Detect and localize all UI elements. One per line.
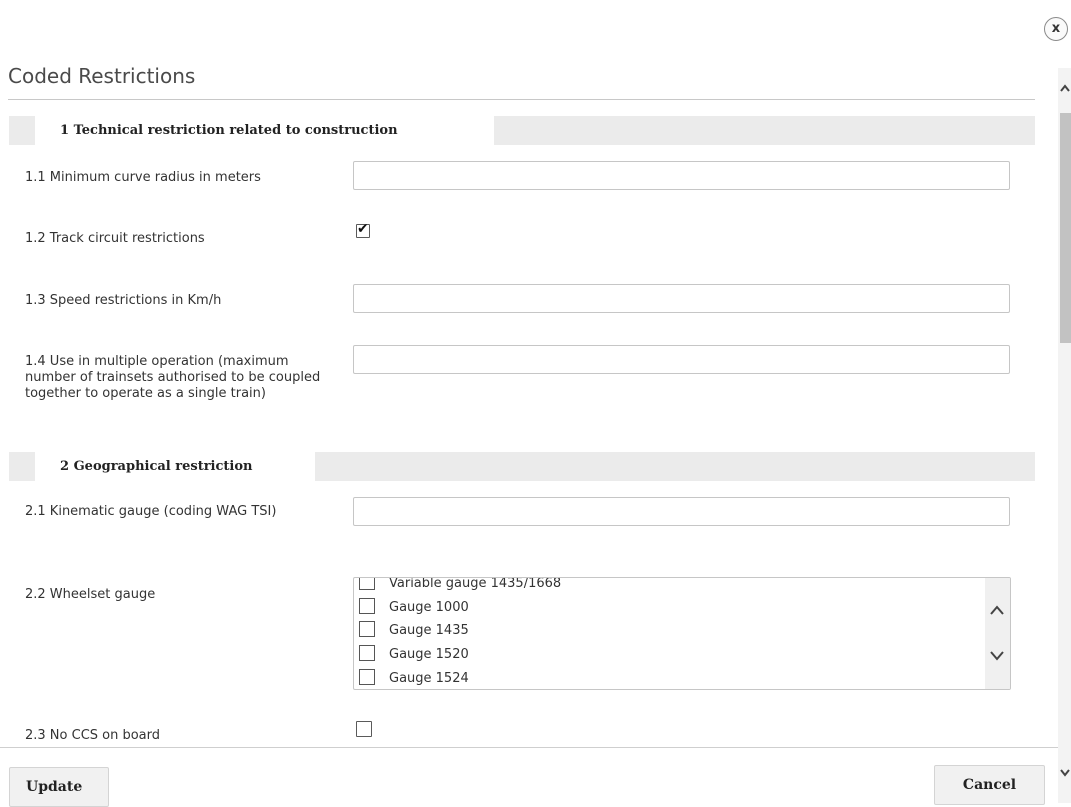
speed-restrictions-label: 1.3 Speed restrictions in Km/h [25,293,222,308]
chevron-up-icon[interactable] [989,604,1005,616]
list-scrollbar[interactable] [985,578,1010,689]
option-checkbox[interactable] [359,621,375,637]
option-checkbox[interactable] [359,578,375,590]
option-checkbox[interactable] [359,669,375,685]
list-item[interactable]: Variable gauge 1435/1668 [359,578,561,594]
speed-restrictions-input[interactable] [353,284,1010,313]
cancel-button[interactable]: Cancel [934,765,1045,805]
multiple-operation-label: 1.4 Use in multiple operation (maximum n… [25,354,321,401]
option-checkbox[interactable] [359,598,375,614]
scroll-down-icon[interactable] [1059,767,1071,779]
no-ccs-label: 2.3 No CCS on board [25,728,161,743]
wheelset-gauge-list[interactable]: Variable gauge 1435/1668 Gauge 1000 Gaug… [353,577,1011,690]
option-checkbox[interactable] [359,645,375,661]
track-circuit-checkbox[interactable] [356,221,370,238]
track-circuit-label: 1.2 Track circuit restrictions [25,231,205,246]
update-button[interactable]: Update [9,767,109,807]
page-scrollbar-thumb[interactable] [1060,113,1071,343]
min-curve-radius-input[interactable] [353,161,1010,190]
scroll-up-icon[interactable] [1059,82,1071,94]
list-item[interactable]: Gauge 1520 [359,645,469,665]
list-item[interactable]: Gauge 1000 [359,598,469,618]
footer-divider [0,747,1058,748]
wheelset-gauge-label: 2.2 Wheelset gauge [25,587,156,602]
min-curve-radius-label: 1.1 Minimum curve radius in meters [25,170,261,185]
section-title-2: 2 Geographical restriction [35,452,315,481]
dialog-title: Coded Restrictions [8,64,196,88]
close-button[interactable]: x [1044,17,1068,41]
kinematic-gauge-input[interactable] [353,497,1010,526]
kinematic-gauge-label: 2.1 Kinematic gauge (coding WAG TSI) [25,504,277,519]
section-title-1: 1 Technical restriction related to const… [35,116,494,145]
list-item[interactable]: Gauge 1524 [359,669,469,689]
multiple-operation-input[interactable] [353,345,1010,374]
no-ccs-checkbox[interactable] [356,721,372,737]
chevron-down-icon[interactable] [989,650,1005,662]
title-divider [8,99,1035,100]
list-item[interactable]: Gauge 1435 [359,621,469,641]
close-icon: x [1051,21,1061,36]
